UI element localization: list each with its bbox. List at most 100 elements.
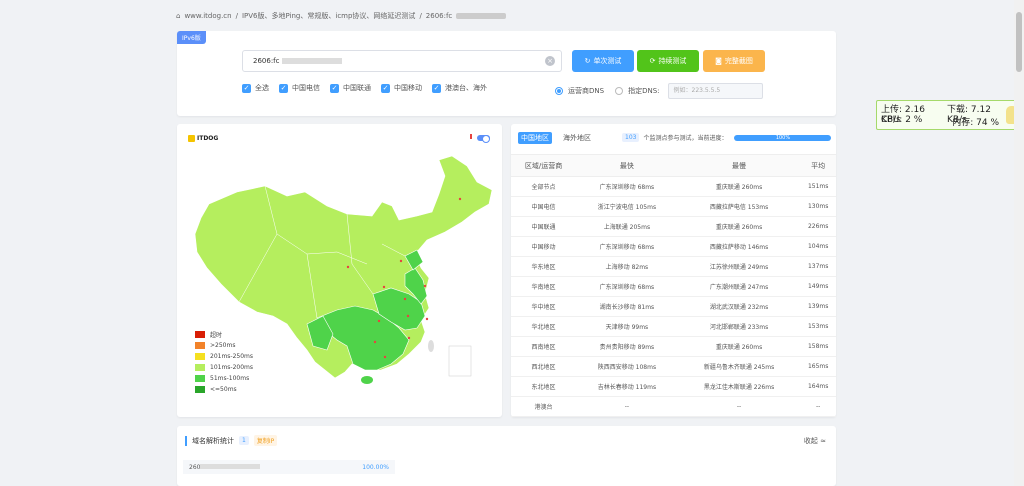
checkbox-checked-icon: ✓ <box>279 83 288 93</box>
table-cell: 上海联通 205ms <box>576 216 678 237</box>
table-cell: 湖南长沙移动 81ms <box>576 296 678 317</box>
radio-custom-dns[interactable] <box>615 87 624 95</box>
column-header: 区域/运营商 <box>511 154 577 177</box>
custom-dns-input[interactable]: 例如：223.5.5.5 <box>667 83 763 99</box>
table-cell: 153ms <box>800 316 836 337</box>
check-all[interactable]: ✓ 全选 <box>242 83 269 93</box>
breadcrumb: ⌂ www.itdog.cn / IPV6版、多地Ping、常规版、icmp协议… <box>176 11 507 21</box>
table-cell: 西北地区 <box>511 356 577 377</box>
table-row: 华南地区 广东深圳移动 68ms 广东潮州联通 247ms 149ms <box>511 276 836 297</box>
map-legend: 超时 >250ms 201ms-250ms 101ms-200ms 51ms-1… <box>195 329 253 395</box>
carrier-checkboxes: ✓ 全选 ✓ 中国电信 ✓ 中国联通 ✓ 中国移动 ✓ 港澳台、海外 <box>242 83 487 93</box>
results-table: 区域/运营商 最快 最慢 平均 全部节点 广东深圳移动 68ms 重庆联通 260m… <box>511 154 836 417</box>
column-header: 最慢 <box>677 154 801 177</box>
table-row: 华北地区 天津移动 99ms 河北邯郸联通 233ms 153ms <box>511 316 836 337</box>
table-cell: -- <box>800 396 836 417</box>
checkbox-checked-icon: ✓ <box>381 83 390 93</box>
table-cell: 226ms <box>800 216 836 237</box>
region-tabs: 中国地区 海外地区 <box>518 132 594 144</box>
node-count-badge: 103 <box>622 133 640 142</box>
legend-swatch <box>195 353 205 360</box>
table-row: 华中地区 湖南长沙移动 81ms 湖北武汉联通 232ms 139ms <box>511 296 836 317</box>
table-cell: -- <box>677 396 801 417</box>
table-cell: 吉林长春移动 119ms <box>576 376 678 397</box>
table-cell: 全部节点 <box>511 176 577 197</box>
check-overseas[interactable]: ✓ 港澳台、海外 <box>432 83 487 93</box>
map-region-taiwan <box>428 340 434 352</box>
table-cell: 华东地区 <box>511 256 577 277</box>
legend-item: >250ms <box>195 340 253 351</box>
breadcrumb-section-link[interactable]: IPV6版、多地Ping、常规版、icmp协议、网络延迟测试 <box>242 11 415 21</box>
table-cell: 华北地区 <box>511 316 577 337</box>
scrollbar[interactable] <box>1014 0 1024 486</box>
legend-item: 超时 <box>195 329 253 340</box>
table-cell: 重庆联通 260ms <box>677 216 801 237</box>
table-cell: 黑龙江佳木斯联通 226ms <box>677 376 801 397</box>
table-row: 全部节点 广东深圳移动 68ms 重庆联通 260ms 151ms <box>511 176 836 197</box>
table-cell: 华中地区 <box>511 296 577 317</box>
scrollbar-thumb[interactable] <box>1016 12 1022 72</box>
marker-legend-icon <box>470 134 472 139</box>
check-mobile[interactable]: ✓ 中国移动 <box>381 83 422 93</box>
table-cell: 中国移动 <box>511 236 577 257</box>
table-cell: 港澳台 <box>511 396 577 417</box>
table-cell: 东北地区 <box>511 376 577 397</box>
table-cell: 139ms <box>800 296 836 317</box>
table-row: 西北地区 陕西西安移动 108ms 新疆乌鲁木齐联通 245ms 165ms <box>511 356 836 377</box>
table-cell: 浙江宁波电信 105ms <box>576 196 678 217</box>
table-cell: 天津移动 99ms <box>576 316 678 337</box>
tab-overseas[interactable]: 海外地区 <box>560 132 594 144</box>
table-row: 中国移动 广东深圳移动 68ms 西藏拉萨移动 146ms 104ms <box>511 236 836 257</box>
full-screenshot-button[interactable]: ◙ 完整截图 <box>703 50 765 72</box>
collapse-button[interactable]: 收起 ≈ <box>804 436 826 446</box>
map-marker-toggle[interactable] <box>477 135 490 143</box>
check-telecom[interactable]: ✓ 中国电信 <box>279 83 320 93</box>
dog-icon <box>188 135 195 142</box>
breadcrumb-home-link[interactable]: www.itdog.cn <box>184 12 231 20</box>
itdog-logo: ITDOG <box>188 135 218 142</box>
table-cell: 中国联通 <box>511 216 577 237</box>
table-row: 西南地区 贵州贵阳移动 89ms 重庆联通 260ms 158ms <box>511 336 836 357</box>
table-cell: 137ms <box>800 256 836 277</box>
check-unicom[interactable]: ✓ 中国联通 <box>330 83 371 93</box>
refresh-icon: ↻ <box>584 57 591 65</box>
continuous-test-button[interactable]: ⟳ 持续测试 <box>637 50 699 72</box>
legend-swatch <box>195 331 205 338</box>
network-monitor-widget[interactable]: 上传: 2.16 KB/s 下载: 7.12 KB/s CPU: 2 % 内存: 7… <box>876 100 1021 130</box>
dns-result-row: 260 100.00% <box>183 460 395 474</box>
address-input[interactable]: 2606:fc × <box>242 50 562 72</box>
table-cell: 河北邯郸联通 233ms <box>677 316 801 337</box>
copy-ip-button[interactable]: 复制IP <box>253 435 278 446</box>
table-cell: 广东潮州联通 247ms <box>677 276 801 297</box>
table-cell: 158ms <box>800 336 836 357</box>
table-cell: 149ms <box>800 276 836 297</box>
tab-china[interactable]: 中国地区 <box>518 132 552 144</box>
table-cell: 江苏徐州联通 249ms <box>677 256 801 277</box>
masked-address <box>456 13 507 19</box>
legend-swatch <box>195 386 205 393</box>
table-cell: 164ms <box>800 376 836 397</box>
table-cell: 重庆联通 260ms <box>677 176 801 197</box>
latency-map-panel: ITDOG 超时 >250ms 201ms-250ms 101ms-200ms … <box>177 124 502 417</box>
table-cell: 广东深圳移动 68ms <box>576 176 678 197</box>
radio-operator-dns[interactable] <box>555 87 563 95</box>
table-cell: 130ms <box>800 196 836 217</box>
legend-item: 51ms-100ms <box>195 373 253 384</box>
column-header: 最快 <box>576 154 678 177</box>
map-region-hainan <box>361 376 373 384</box>
clear-icon[interactable]: × <box>545 56 555 66</box>
single-test-button[interactable]: ↻ 单次测试 <box>572 50 634 72</box>
table-header-row: 区域/运营商 最快 最慢 平均 <box>511 154 836 177</box>
dns-options: 运营商DNS 指定DNS: 例如：223.5.5.5 <box>555 83 763 99</box>
table-cell: 104ms <box>800 236 836 257</box>
progress-bar: 100% <box>734 134 832 141</box>
masked-address <box>281 58 342 64</box>
camera-icon: ◙ <box>715 57 722 65</box>
dns-stats-panel: 域名解析统计 1 复制IP 收起 ≈ 260 100.00% <box>177 426 836 486</box>
table-row: 东北地区 吉林长春移动 119ms 黑龙江佳木斯联通 226ms 164ms <box>511 376 836 397</box>
table-cell: -- <box>576 396 678 417</box>
legend-item: 201ms-250ms <box>195 351 253 362</box>
results-panel: 中国地区 海外地区 103 个监测点参与测试，当前进度： 100% 区域/运营商… <box>511 124 836 417</box>
checkbox-checked-icon: ✓ <box>330 83 339 93</box>
ipv6-badge: IPv6版 <box>177 31 206 44</box>
